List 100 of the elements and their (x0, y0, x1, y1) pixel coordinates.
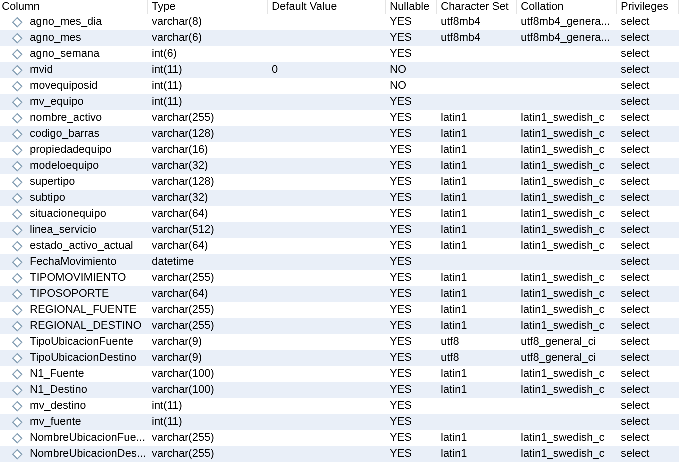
privileges-cell-text: select (621, 31, 650, 46)
type-cell-text: varchar(8) (152, 15, 202, 30)
nullable-cell-text: YES (390, 431, 412, 446)
privileges-cell-text: select (621, 191, 650, 206)
character-set-cell-text: latin1 (441, 367, 468, 382)
column-name: estado_activo_actual (30, 239, 134, 254)
column-diamond-icon (12, 288, 23, 300)
type-cell-text: varchar(512) (152, 223, 214, 238)
nullable-cell-text: YES (390, 207, 412, 222)
column-diamond-icon (12, 384, 23, 396)
privileges-cell-text: select (621, 383, 650, 398)
column-diamond-icon (12, 448, 23, 460)
column-name: mvid (30, 63, 54, 78)
character-set-cell-text: latin1 (441, 175, 468, 190)
privileges-cell-text: select (621, 415, 650, 430)
nullable-cell-text: YES (390, 31, 412, 46)
column-header[interactable]: Column (0, 0, 148, 14)
column-diamond-icon (12, 368, 23, 380)
character-set-cell-text: latin1 (441, 383, 468, 398)
table-row[interactable]: linea_servicio varchar(512) YES latin1 latin1_swedish_c select (0, 222, 679, 238)
column-name: agno_semana (30, 47, 100, 62)
nullable-cell-text: YES (390, 15, 412, 30)
collation-cell-text: latin1_swedish_c (521, 143, 605, 158)
table-row[interactable]: modeloequipo varchar(32) YES latin1 latin1_swedish_c select (0, 158, 679, 174)
column-name: mv_equipo (30, 95, 84, 110)
type-cell-text: varchar(255) (152, 431, 214, 446)
column-diamond-icon (12, 400, 23, 412)
table-row[interactable]: codigo_barras varchar(128) YES latin1 latin1_swedish_c select (0, 126, 679, 142)
type-cell-text: varchar(255) (152, 319, 214, 334)
privileges-cell-text: select (621, 207, 650, 222)
nullable-cell-text: YES (390, 447, 412, 462)
nullable-cell-text: NO (390, 63, 406, 78)
collation-cell-text: latin1_swedish_c (521, 207, 605, 222)
character-set-cell-text: latin1 (441, 431, 468, 446)
table-row[interactable]: subtipo varchar(32) YES latin1 latin1_swedish_c select (0, 190, 679, 206)
collation-cell-text: utf8mb4_genera... (521, 15, 610, 30)
column-name: N1_Destino (30, 383, 88, 398)
nullable-cell-text: YES (390, 223, 412, 238)
column-diamond-icon (12, 176, 23, 188)
nullable-cell-text: YES (390, 47, 412, 62)
column-diamond-icon (12, 256, 23, 268)
column-diamond-icon (12, 48, 23, 60)
table-row[interactable]: TipoUbicacionDestino varchar(9) YES utf8 utf8_general_ci select (0, 350, 679, 366)
character-set-cell-text: latin1 (441, 127, 468, 142)
collation-cell-text: utf8mb4_genera... (521, 31, 610, 46)
privileges-cell-text: select (621, 335, 650, 350)
column-diamond-icon (12, 240, 23, 252)
nullable-cell-text: YES (390, 159, 412, 174)
type-cell-text: int(6) (152, 47, 178, 62)
collation-cell-text: latin1_swedish_c (521, 447, 605, 462)
type-cell-text: int(11) (152, 95, 182, 110)
type-cell-text: varchar(255) (152, 111, 214, 126)
table-row[interactable]: mvid int(11) 0 NO select (0, 62, 679, 78)
table-row[interactable]: N1_Destino varchar(100) YES latin1 latin1_swedish_c select (0, 382, 679, 398)
column-name: TipoUbicacionDestino (30, 351, 137, 366)
nullable-cell-text: YES (390, 351, 412, 366)
table-row[interactable]: REGIONAL_DESTINO varchar(255) YES latin1 latin1_swedish_c select (0, 318, 679, 334)
table-row[interactable]: mv_equipo int(11) YES select (0, 94, 679, 110)
nullable-cell-text: YES (390, 255, 412, 270)
nullable-cell-text: YES (390, 319, 412, 334)
nullable-cell-text: YES (390, 271, 412, 286)
column-diamond-icon (12, 16, 23, 28)
table-row[interactable]: TIPOSOPORTE varchar(64) YES latin1 latin1_swedish_c select (0, 286, 679, 302)
nullable-cell-text: YES (390, 191, 412, 206)
column-name: N1_Fuente (30, 367, 84, 382)
type-cell-text: varchar(64) (152, 239, 208, 254)
collation-cell-text: utf8_general_ci (521, 351, 596, 366)
privileges-cell-text: select (621, 303, 650, 318)
table-row[interactable]: mv_fuente int(11) YES select (0, 414, 679, 430)
collation-cell-text: latin1_swedish_c (521, 175, 605, 190)
column-name: mv_fuente (30, 415, 82, 430)
privileges-cell-text: select (621, 431, 650, 446)
type-cell-text: varchar(255) (152, 447, 214, 462)
nullable-cell-text: YES (390, 383, 412, 398)
nullable-cell-text: YES (390, 335, 412, 350)
column-name: TIPOMOVIMIENTO (30, 271, 126, 286)
collation-cell-text: latin1_swedish_c (521, 111, 605, 126)
type-cell-text: varchar(100) (152, 367, 214, 382)
column-diamond-icon (12, 32, 23, 44)
privileges-cell-text: select (621, 223, 650, 238)
column-diamond-icon (12, 352, 23, 364)
column-name: REGIONAL_FUENTE (30, 303, 137, 318)
type-cell-text: varchar(32) (152, 159, 208, 174)
table-row[interactable]: NombreUbicacionDes... varchar(255) YES latin1 latin1_swedish_c select (0, 446, 679, 462)
privileges-cell-text: select (621, 111, 650, 126)
privileges-cell-text: select (621, 127, 650, 142)
column-name: linea_servicio (30, 223, 97, 238)
character-set-cell-text: latin1 (441, 143, 468, 158)
character-set-cell-text: latin1 (441, 239, 468, 254)
column-name: movequiposid (30, 79, 98, 94)
column-name: TIPOSOPORTE (30, 287, 110, 302)
column-name: NombreUbicacionFue... (30, 431, 146, 446)
character-set-cell-text: latin1 (441, 319, 468, 334)
privileges-cell-text: select (621, 447, 650, 462)
column-name: codigo_barras (30, 127, 100, 142)
privileges-cell-text: select (621, 271, 650, 286)
table-row[interactable]: agno_mes varchar(6) YES utf8mb4 utf8mb4_genera... select (0, 30, 679, 46)
table-row[interactable]: FechaMovimiento datetime YES select (0, 254, 679, 270)
character-set-cell-text: latin1 (441, 447, 468, 462)
column-diamond-icon (12, 192, 23, 204)
